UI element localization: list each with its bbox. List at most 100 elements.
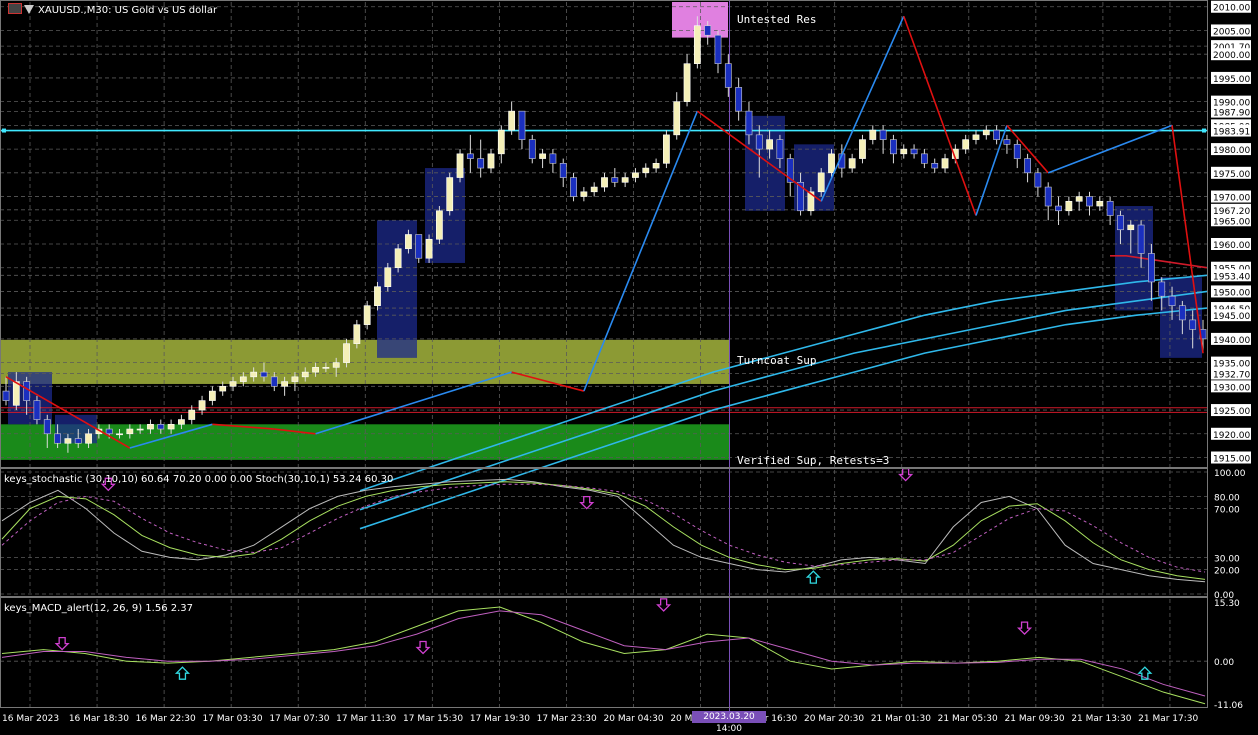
candle-body [580,191,588,197]
zigzag-segment [820,15,905,202]
candle-body [1137,224,1145,254]
macd-tick-label: -11.06 [1214,701,1243,711]
candle-body [147,423,154,430]
zone-label-verified-sup: Verified Sup, Retests=3 [737,454,890,467]
candle-body [33,400,41,420]
price-tick-label: 1975.00 [1213,170,1250,180]
candle-body [724,63,732,88]
price-tick-label: 1960.00 [1213,241,1250,251]
candle-body [477,158,485,169]
stochastic-pane: 100.0080.0070.0030.0020.000.00 [0,467,1246,601]
candle-body [776,139,784,159]
candle-body [497,129,505,155]
stoch-tick-label: 20.00 [1214,567,1240,577]
chart-menu-icon[interactable] [8,3,22,14]
line-handle [2,128,6,133]
stoch-tick-label: 100.00 [1214,469,1246,479]
price-tick-label: 1987.90 [1213,109,1250,119]
candle-body [1003,139,1011,145]
candle-body [1065,200,1073,212]
main-pane-frame [0,0,1208,468]
candle-body [343,343,350,363]
moving-averages [359,255,1208,530]
candle-body [869,129,877,140]
price-tick-label: 1925.00 [1213,407,1250,417]
candle-body [85,433,92,444]
candle-body [1106,200,1114,216]
candle-body [446,177,454,212]
stoch-tick-label: 80.00 [1214,493,1240,503]
candle-body [1086,196,1093,207]
price-tick-label: 1950.00 [1213,288,1250,298]
macd-arrow-up-icon [174,666,191,680]
candle-body [1168,295,1176,306]
macd-tick-label: 15.30 [1214,599,1240,609]
price-tick-label: 1932.70 [1213,371,1250,381]
candle-body [1055,205,1062,212]
candle-body [735,87,743,112]
chart-canvas: 100.00 80.00 70.00 30.00 20.00 0.00 15.30 0.00… [0,0,1251,724]
candle-body [74,438,82,444]
stoch-pane-frame [0,468,1208,597]
time-tick-label: 21 Mar 17:30 [1138,714,1198,724]
zone-label-untested-res: Untested Res [737,13,817,26]
candle-body [136,428,144,431]
candle-body [931,163,939,169]
candle-body [1096,200,1104,207]
candle-body [1117,215,1124,231]
candle-body [415,234,423,259]
candle-body [394,248,402,269]
time-cursor-label: 2023.03.20 14:00 [692,711,766,734]
candle-body [157,423,165,430]
time-tick-label: 17 Mar 15:30 [403,714,463,724]
candle-body [941,158,949,169]
candle-body [54,433,61,444]
candle-body [188,409,196,420]
candle-body [900,148,908,155]
time-tick-label: 17 Mar 07:30 [269,714,329,724]
line-handle [1202,128,1206,133]
candle-body [405,234,412,250]
candle-body [64,438,72,444]
candle-body [508,110,516,131]
candle-body [229,381,237,387]
candle-body [363,305,371,325]
macd-pane-frame [0,597,1208,708]
dropdown-arrow-icon[interactable] [24,5,34,14]
candle-body [219,386,227,392]
candle-body [590,186,598,193]
price-tick-label: 1953.40 [1213,272,1250,282]
time-tick-label: 17 Mar 11:30 [336,714,396,724]
price-tick-label: 1995.00 [1213,75,1250,85]
candle-body [456,153,464,178]
stochastic-header: keys_stochastic (30,10,10) 60.64 70.20 0… [4,474,394,485]
candle-body [993,129,1001,140]
price-tick-label: 1940.00 [1213,336,1250,346]
candle-body [910,148,918,155]
candle-body [291,376,299,382]
candle-body [43,419,51,435]
candle-body [683,63,691,102]
price-tick-label: 1965.00 [1213,217,1250,227]
candle-body [559,163,567,178]
symbol-title: XAUUSD.,M30: US Gold vs US dollar [38,5,218,16]
candle-body [663,134,670,164]
price-tick-label: 1945.00 [1213,312,1250,322]
moving-average-line [359,290,1208,511]
candle-body [270,376,278,387]
candle-body [982,129,990,136]
candle-body [332,362,340,368]
zones-layer [0,2,1202,460]
candle-body [621,177,629,183]
time-tick-label: 16 Mar 22:30 [136,714,196,724]
candle-body [518,110,526,140]
time-tick-label: 17 Mar 03:30 [203,714,263,724]
candle-body [745,110,753,136]
stoch-series-line [1,478,1206,583]
candle-body [972,134,980,140]
time-tick-label: 21 Mar 05:30 [938,714,998,724]
candle-body [126,428,134,435]
candles-layer [2,16,1207,453]
price-tick-label: 2000.00 [1213,51,1250,61]
candle-body [436,210,443,240]
